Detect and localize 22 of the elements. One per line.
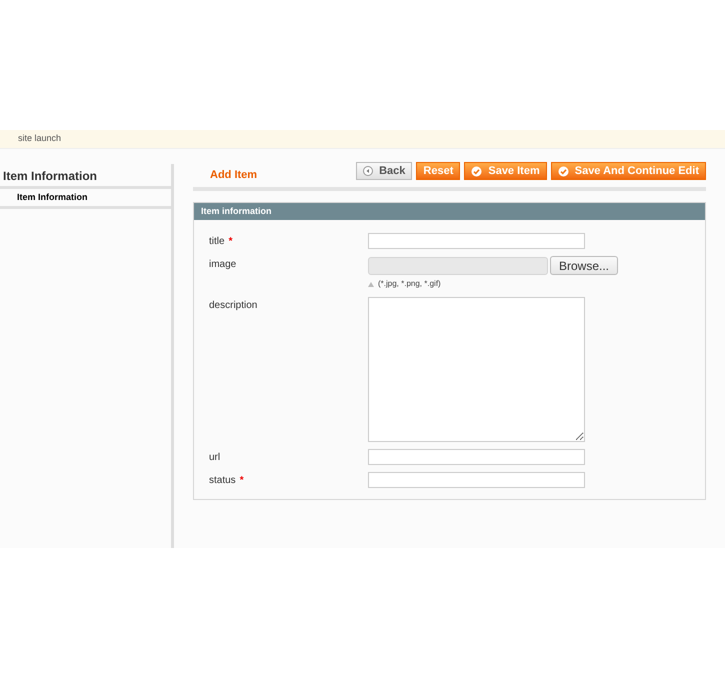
page-title: Add Item xyxy=(209,168,258,182)
required-mark: * xyxy=(228,235,232,249)
file-types-hint: (*.jpg, *.png, *.gif) xyxy=(378,278,441,290)
description-field[interactable] xyxy=(368,297,585,442)
sidebar-title: Item Information xyxy=(3,168,98,185)
text-field[interactable] xyxy=(368,233,585,249)
sidebar-tab[interactable]: Item Information xyxy=(0,189,171,209)
back-button[interactable]: Back xyxy=(356,162,412,180)
up-triangle-icon xyxy=(368,282,374,286)
section-title: Item information xyxy=(201,204,272,218)
notice-text: site launch xyxy=(18,132,62,146)
text-field[interactable] xyxy=(368,472,585,488)
field-label: status xyxy=(209,474,236,488)
check-circle-icon xyxy=(471,166,482,176)
field-label: url xyxy=(209,451,220,465)
field-label: title xyxy=(209,235,225,249)
required-mark: * xyxy=(240,474,244,488)
field-label: image xyxy=(209,258,236,272)
check-circle-icon xyxy=(558,166,569,176)
text-field[interactable] xyxy=(368,449,585,465)
field-label: description xyxy=(209,299,258,313)
browse-button[interactable]: Browse... xyxy=(550,256,618,275)
